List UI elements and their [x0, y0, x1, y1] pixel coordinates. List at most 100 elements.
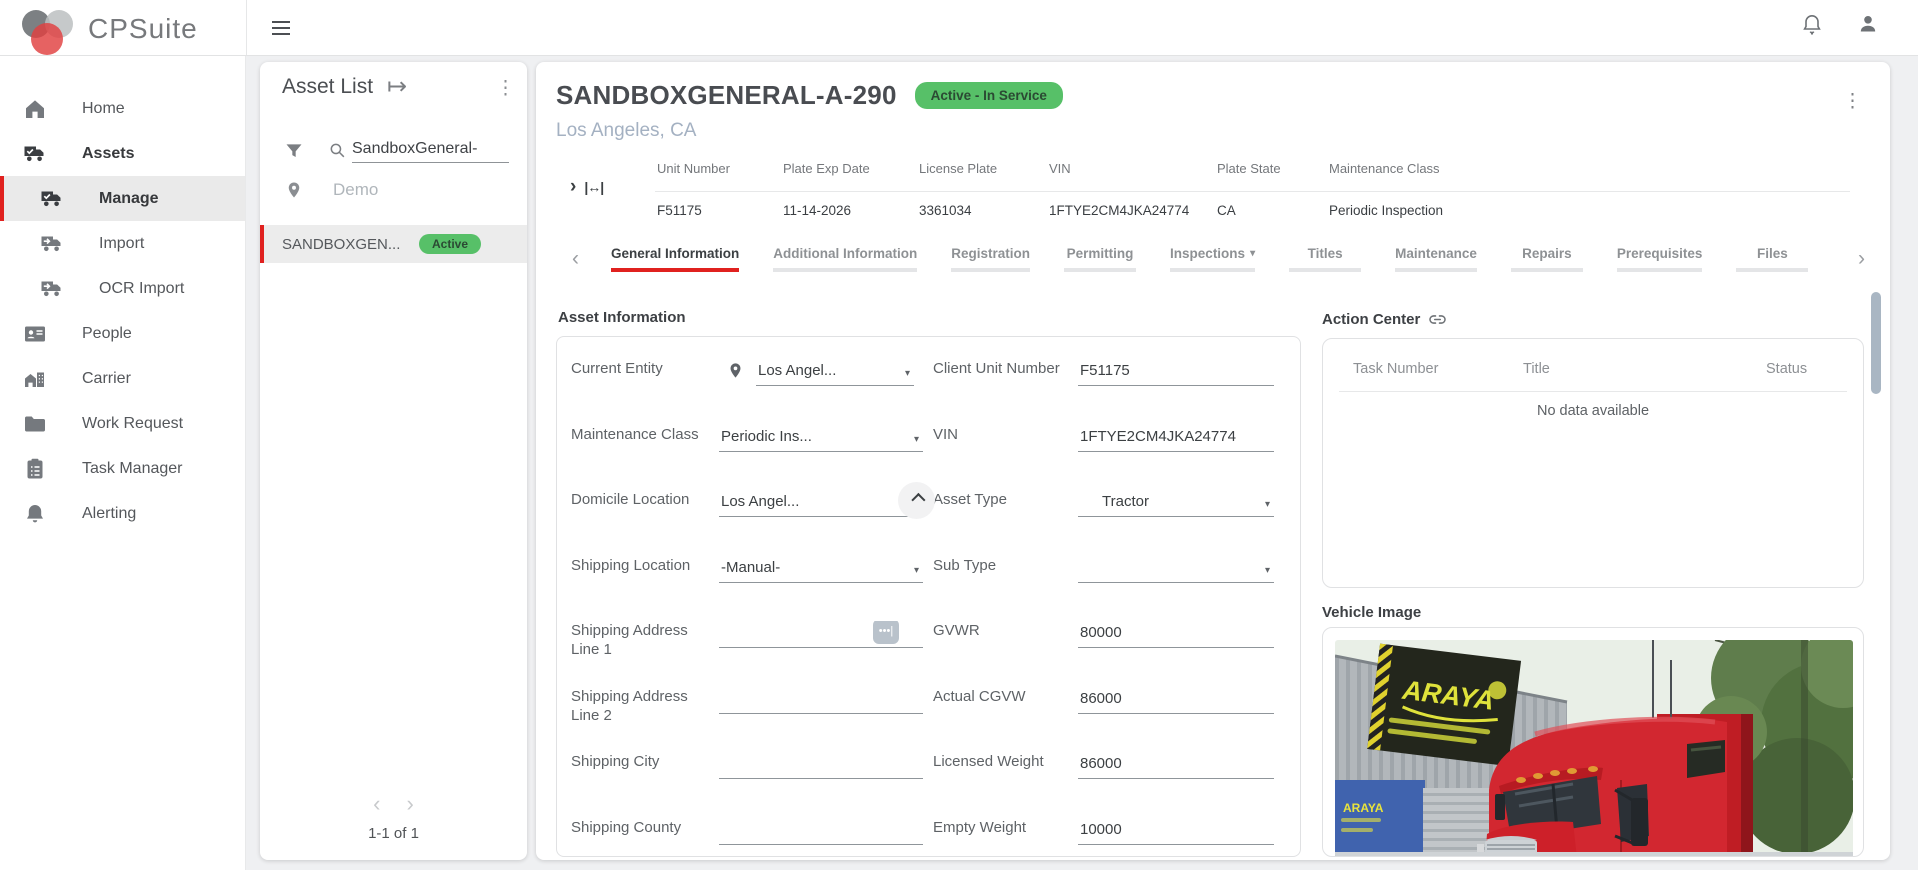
shipping-county-input[interactable]: [719, 818, 923, 845]
truck-import-icon: [40, 277, 64, 301]
entity-pin-icon[interactable]: [727, 361, 744, 380]
summary-resize-icon[interactable]: |↔|: [584, 179, 604, 195]
truck-check-icon: [23, 142, 47, 166]
field-label: Maintenance Class: [571, 425, 699, 443]
tabs-scroll-right-icon[interactable]: ›: [1858, 248, 1865, 269]
tab-prerequisites[interactable]: Prerequisites: [1604, 246, 1716, 272]
tab-inspections[interactable]: Inspections ▾: [1157, 246, 1268, 272]
domicile-location-select[interactable]: Los Angel... ▾: [719, 490, 923, 517]
vertical-scrollbar[interactable]: [1871, 292, 1881, 394]
sidebar-item-alerting[interactable]: Alerting: [0, 491, 245, 536]
app-logo: CPSuite: [16, 6, 198, 55]
current-entity-select[interactable]: Los Angel... ▾: [756, 359, 914, 386]
field-label: GVWR: [933, 622, 980, 639]
actual-cgvw-input[interactable]: 86000: [1078, 687, 1274, 714]
tabs-scroll-left-icon[interactable]: ‹: [572, 248, 579, 269]
asset-item-status-badge: Active: [419, 234, 482, 254]
link-icon[interactable]: [1428, 310, 1447, 329]
client-unit-number-input[interactable]: F51175: [1078, 359, 1274, 386]
empty-state-text: No data available: [1536, 403, 1650, 419]
sidebar-item-people[interactable]: People: [0, 311, 245, 356]
asset-type-select[interactable]: Tractor ▾: [1078, 490, 1274, 517]
field-label: Licensed Weight: [933, 753, 1044, 770]
field-label: Client Unit Number: [933, 360, 1060, 377]
sub-type-select[interactable]: ▾: [1078, 556, 1274, 583]
logo-circles-icon: [16, 6, 82, 55]
chevron-up-icon: [910, 492, 925, 508]
summary-expand-icon[interactable]: ›: [570, 176, 576, 198]
bell-icon: [23, 502, 47, 526]
location-filter-input[interactable]: [333, 180, 503, 200]
logo-text: CPSuite: [88, 13, 198, 44]
sidebar-item-home[interactable]: Home: [0, 86, 245, 131]
sidebar-item-ocr-import[interactable]: OCR Import: [0, 266, 245, 311]
sidebar-item-carrier[interactable]: Carrier: [0, 356, 245, 401]
sidebar-item-work-request[interactable]: Work Request: [0, 401, 245, 446]
chevron-down-icon: ▾: [1264, 564, 1270, 576]
menu-icon[interactable]: [268, 16, 294, 40]
tab-titles[interactable]: Titles: [1276, 246, 1374, 272]
summary-divider: [655, 191, 1850, 192]
field-label: Empty Weight: [933, 818, 1027, 836]
asset-list-title: Asset List: [282, 75, 374, 98]
field-label: Current Entity: [571, 360, 663, 377]
next-page-icon[interactable]: ›: [407, 793, 414, 815]
folder-icon: [23, 412, 47, 436]
user-account-icon[interactable]: [1856, 12, 1880, 36]
sidebar-item-task-manager[interactable]: Task Manager: [0, 446, 245, 491]
tab-additional-information[interactable]: Additional Information: [760, 246, 930, 272]
field-label: Shipping Address Line 1: [571, 622, 688, 658]
tab-repairs[interactable]: Repairs: [1498, 246, 1596, 272]
tab-registration[interactable]: Registration: [938, 246, 1043, 272]
chevron-down-icon: ▾: [913, 564, 919, 576]
sidebar-item-manage[interactable]: Manage: [0, 176, 245, 221]
shipping-address-line2-input[interactable]: [719, 687, 923, 714]
search-icon: [328, 141, 347, 160]
prev-page-icon[interactable]: ‹: [373, 793, 380, 815]
truck-check-icon: [40, 187, 64, 211]
tab-general-information[interactable]: General Information: [598, 246, 752, 272]
id-card-icon: [23, 322, 47, 346]
tab-permitting[interactable]: Permitting: [1051, 246, 1149, 272]
filter-funnel-icon[interactable]: [284, 141, 304, 161]
chevron-down-icon: ▾: [1250, 248, 1256, 259]
asset-information-title: Asset Information: [558, 309, 686, 326]
action-col-header: Title: [1523, 361, 1550, 377]
tab-files[interactable]: Files: [1723, 246, 1821, 272]
summary-value: F51175: [657, 203, 702, 218]
detail-kebab-icon[interactable]: ⋮: [1843, 90, 1862, 113]
clipboard-icon: [23, 457, 47, 481]
asset-search-input[interactable]: [352, 138, 509, 163]
shipping-address-line1-input[interactable]: •••|: [719, 621, 923, 648]
action-col-header: Task Number: [1353, 361, 1439, 377]
vehicle-image-card: ARAYA ARAYA: [1322, 627, 1864, 857]
vin-input[interactable]: 1FTYE2CM4JKA24774: [1078, 425, 1274, 452]
address-lookup-button[interactable]: •••|: [873, 621, 899, 644]
maintenance-class-select[interactable]: Periodic Ins... ▾: [719, 425, 923, 452]
truck-import-icon: [40, 232, 64, 256]
action-center-table: Task Number Title Status No data availab…: [1322, 338, 1864, 588]
sidebar-item-import[interactable]: Import: [0, 221, 245, 266]
chevron-down-icon: ▾: [1264, 499, 1270, 510]
shipping-location-select[interactable]: -Manual- ▾: [719, 556, 923, 583]
field-label: Sub Type: [933, 556, 997, 574]
pagination-label: 1-1 of 1: [368, 825, 419, 842]
gvwr-input[interactable]: 80000: [1078, 621, 1274, 648]
expand-panel-icon[interactable]: ↦: [387, 75, 407, 99]
shipping-city-input[interactable]: [719, 752, 923, 779]
notifications-bell-icon[interactable]: [1800, 12, 1824, 36]
asset-item-name: SANDBOXGEN...: [282, 235, 401, 253]
summary-value: 1FTYE2CM4JKA24774: [1049, 203, 1190, 218]
building-icon: [23, 367, 47, 391]
location-pin-icon: [285, 180, 303, 200]
collapse-section-button[interactable]: [898, 482, 935, 519]
tab-bar: General Information Additional Informati…: [598, 246, 1850, 272]
licensed-weight-input[interactable]: 86000: [1078, 752, 1274, 779]
tab-maintenance[interactable]: Maintenance: [1382, 246, 1490, 272]
sidebar-item-assets[interactable]: Assets: [0, 131, 245, 176]
asset-list-kebab-icon[interactable]: ⋮: [496, 77, 515, 100]
empty-weight-input[interactable]: 10000: [1078, 818, 1274, 845]
asset-list-item[interactable]: SANDBOXGEN... Active: [260, 225, 527, 263]
asset-list-panel: Asset List ↦ ⋮ SANDBOXGEN... Active ‹ › …: [260, 62, 527, 860]
vehicle-photo[interactable]: ARAYA ARAYA: [1335, 640, 1853, 856]
